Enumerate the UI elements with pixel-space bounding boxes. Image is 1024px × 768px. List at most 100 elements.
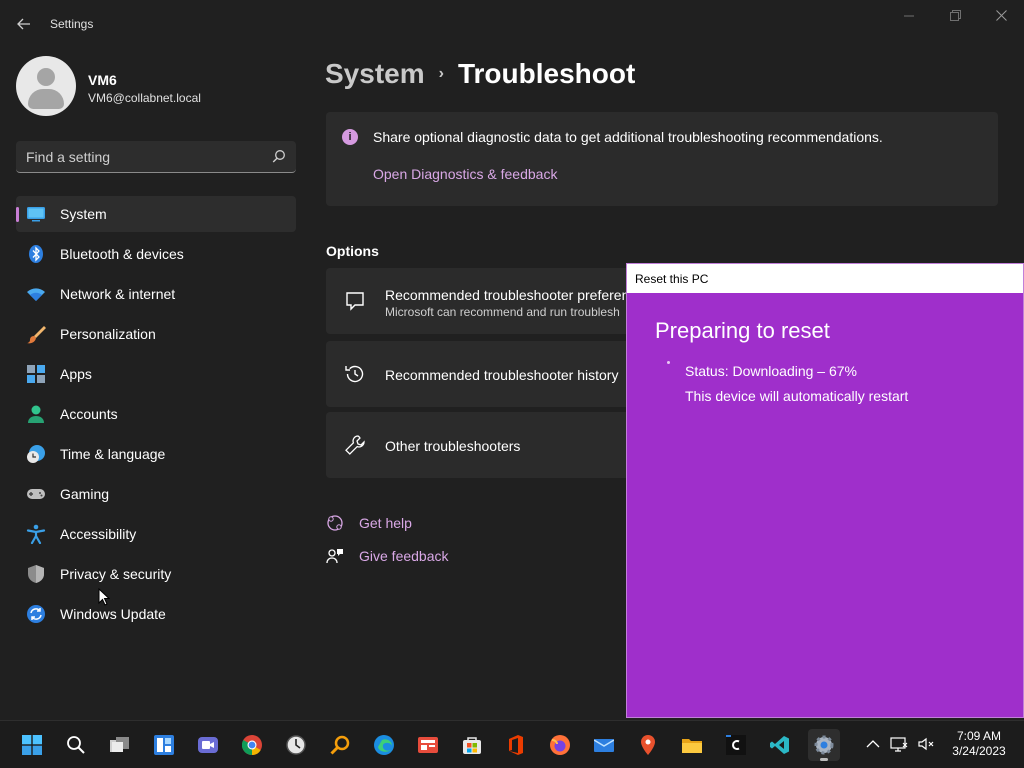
reset-status: Status: Downloading – 67% [685,363,857,379]
mail-button[interactable] [588,729,620,761]
accessibility-icon [26,524,46,544]
sidebar-item-label: Windows Update [60,606,166,622]
active-indicator [820,758,828,761]
sidebar-item-label: Apps [60,366,92,382]
vscode-button[interactable] [764,729,796,761]
sidebar-item-privacy-security[interactable]: Privacy & security [16,556,296,592]
settings-icon [814,735,834,755]
back-arrow-icon[interactable] [12,12,36,36]
option-title: Recommended troubleshooter preferen [385,287,630,303]
taskbar-search-button[interactable] [60,729,92,761]
office-button[interactable] [500,729,532,761]
option-title: Other troubleshooters [385,438,521,454]
clock-app-icon [286,735,306,755]
sidebar-item-system[interactable]: System [16,196,296,232]
breadcrumb: System › Troubleshoot [325,58,635,90]
avatar [16,56,76,116]
task-view-button[interactable] [104,729,136,761]
search-box[interactable] [16,141,296,173]
open-diagnostics-link[interactable]: Open Diagnostics & feedback [373,166,557,182]
system-icon [27,207,45,222]
vscode-icon [770,736,789,754]
news-icon [418,737,438,753]
edge-button[interactable] [368,729,400,761]
restart-note: This device will automatically restart [685,388,909,404]
store-button[interactable] [456,729,488,761]
feedback-icon [326,549,343,564]
maps-icon [641,735,655,755]
user-profile[interactable]: VM6 VM6@collabnet.local [16,56,296,118]
progress-spinner-icon [667,361,670,364]
maps-button[interactable] [632,729,664,761]
firefox-icon [550,735,570,755]
clock-app-button[interactable] [280,729,312,761]
sidebar-item-gaming[interactable]: Gaming [16,476,296,512]
dialog-title-bar[interactable]: Reset this PC [627,264,1023,293]
widgets-button[interactable] [148,729,180,761]
sidebar-item-accounts[interactable]: Accounts [16,396,296,432]
sidebar-item-time-language[interactable]: Time & language [16,436,296,472]
option-subtitle: Microsoft can recommend and run troubles… [385,305,620,319]
sidebar-item-label: Bluetooth & devices [60,246,184,262]
info-text: Share optional diagnostic data to get ad… [373,129,883,145]
apps-icon [27,365,45,383]
sidebar-item-bluetooth[interactable]: Bluetooth & devices [16,236,296,272]
sound-muted-icon[interactable] [917,735,935,753]
teams-chat-button[interactable] [192,729,224,761]
profile-name: VM6 [88,72,117,88]
settings-button[interactable] [808,729,840,761]
search-icon [67,736,85,754]
bluetooth-icon [29,245,43,263]
taskbar: 7:09 AM 3/24/2023 [0,720,1024,768]
chat-bubble-icon [346,292,364,311]
file-explorer-button[interactable] [676,729,708,761]
file-explorer-icon [682,739,702,753]
store-icon [463,737,481,754]
search-icon[interactable] [272,149,286,163]
network-icon[interactable] [890,735,908,753]
restore-icon[interactable] [937,8,973,26]
close-icon[interactable] [983,8,1019,26]
option-title: Recommended troubleshooter history [385,367,619,383]
chrome-button[interactable] [236,729,268,761]
wrench-icon [345,435,365,455]
search-input[interactable] [26,147,256,167]
breadcrumb-parent[interactable]: System [325,58,425,89]
sidebar-item-network[interactable]: Network & internet [16,276,296,312]
reset-pc-dialog: Reset this PC Preparing to reset Status:… [626,263,1024,718]
brush-icon [27,326,46,344]
widgets-icon [154,735,174,755]
shield-icon [28,565,44,583]
history-icon [345,365,364,383]
firefox-button[interactable] [544,729,576,761]
code-app-icon [726,735,746,755]
chrome-icon [242,735,262,755]
accounts-icon [28,405,44,423]
gamepad-icon [27,489,45,499]
chevron-up-icon[interactable] [864,735,882,753]
magnifier-button[interactable] [324,729,356,761]
title-bar: Settings [0,0,1024,48]
page-title: Troubleshoot [457,58,636,89]
teams-chat-icon [198,737,218,753]
sidebar-item-accessibility[interactable]: Accessibility [16,516,296,552]
sidebar-item-label: Accessibility [60,526,137,542]
code-app-button[interactable] [720,729,752,761]
sidebar-item-label: Accounts [60,406,118,422]
news-button[interactable] [412,729,444,761]
mail-icon [594,739,614,752]
breadcrumb-separator: › [438,65,444,82]
sidebar-item-windows-update[interactable]: Windows Update [16,596,296,632]
sidebar-item-label: Time & language [60,446,166,462]
app-title: Settings [50,17,94,31]
sidebar-item-apps[interactable]: Apps [16,356,296,392]
edge-icon [374,735,394,755]
start-button[interactable] [16,729,48,761]
minimize-icon[interactable] [891,8,927,26]
sidebar-item-personalization[interactable]: Personalization [16,316,296,352]
taskbar-clock[interactable]: 7:09 AM 3/24/2023 [944,729,1014,759]
dialog-heading: Preparing to reset [655,318,830,343]
office-icon [509,735,523,755]
diagnostic-info-card: i Share optional diagnostic data to get … [326,112,998,206]
sidebar-item-label: Network & internet [60,286,176,302]
